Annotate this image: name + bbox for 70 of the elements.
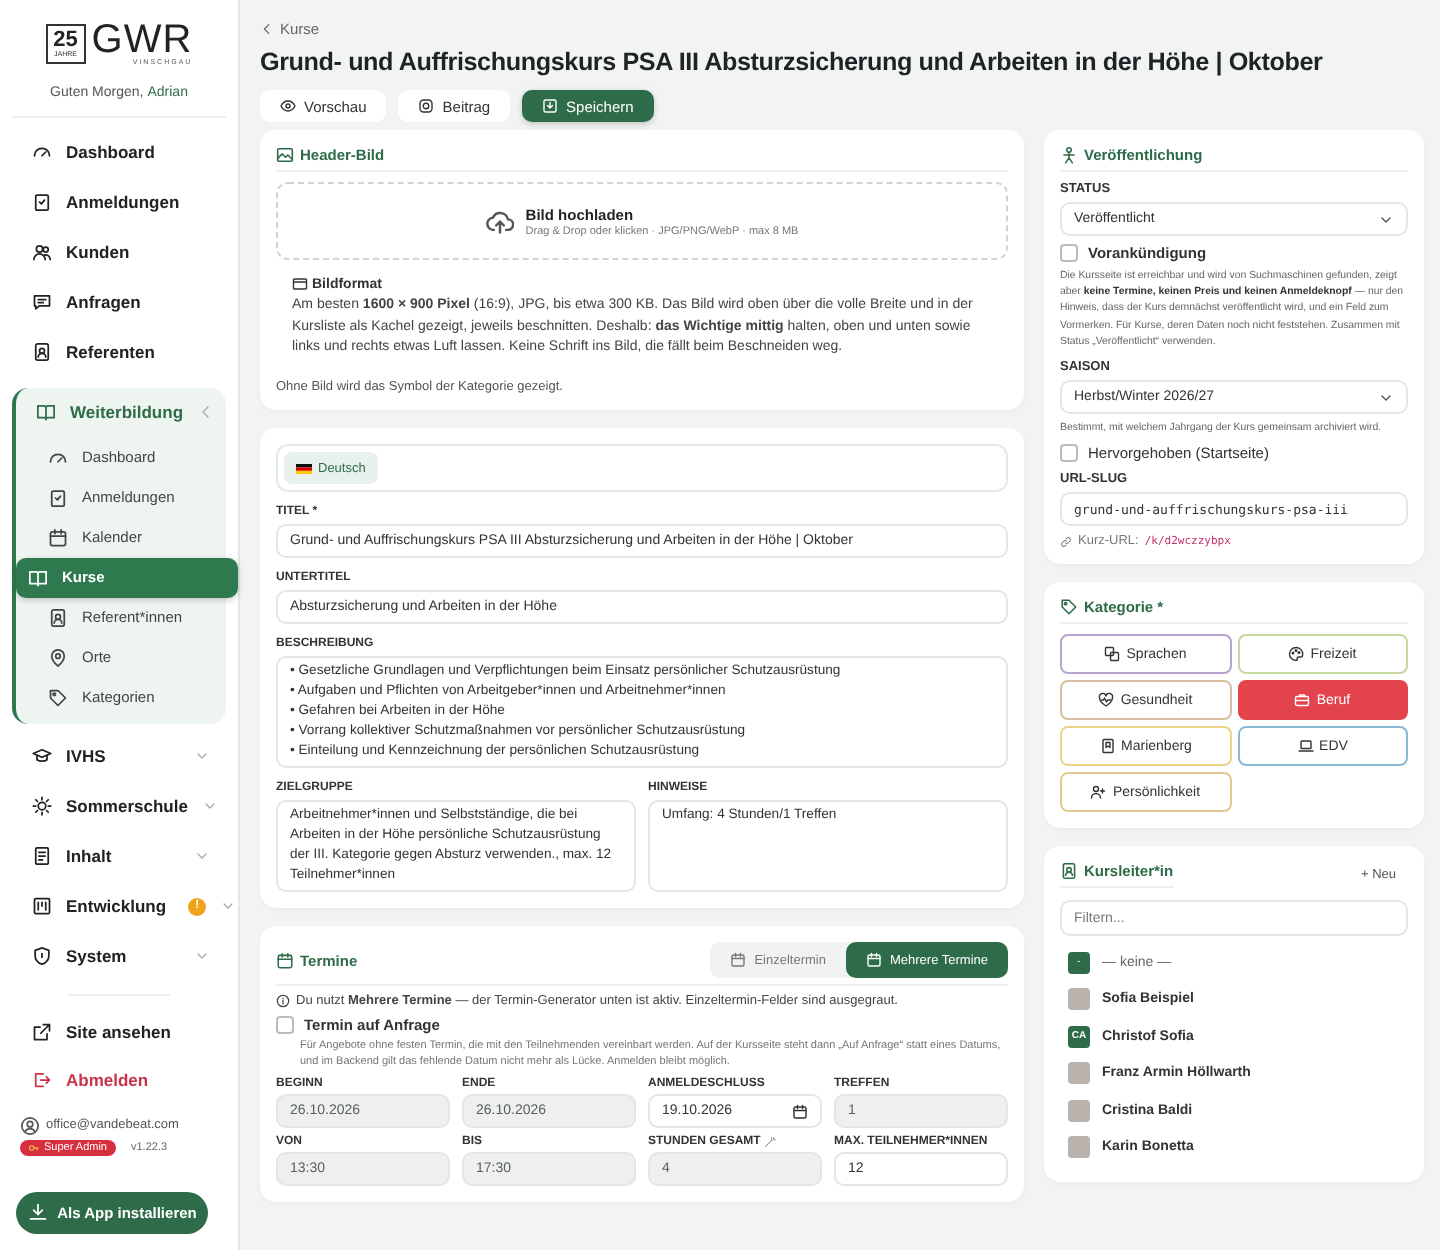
shield-icon bbox=[32, 946, 52, 966]
book-icon bbox=[28, 567, 48, 587]
checkbox[interactable] bbox=[1060, 244, 1078, 262]
key-icon bbox=[28, 1141, 40, 1153]
sidebar-group[interactable]: IVHS bbox=[12, 731, 226, 781]
photo-placeholder bbox=[1068, 1062, 1090, 1085]
graduation-cap-icon bbox=[32, 746, 52, 766]
briefcase-icon bbox=[1294, 692, 1311, 709]
squares-icon bbox=[1104, 646, 1121, 663]
logo-number: 25 bbox=[53, 29, 78, 51]
image-icon bbox=[276, 146, 294, 164]
logout-icon bbox=[32, 1069, 52, 1089]
photo-placeholder bbox=[1068, 988, 1090, 1011]
cloud-upload-icon bbox=[485, 207, 514, 235]
external-link-icon bbox=[32, 1021, 52, 1041]
photo-placeholder bbox=[1068, 1099, 1090, 1122]
panel-icon bbox=[32, 896, 52, 916]
person-add-icon bbox=[1090, 784, 1107, 801]
calendar-icon bbox=[48, 527, 68, 547]
sidebar-item[interactable]: Anmeldungen bbox=[12, 177, 226, 227]
photo-placeholder bbox=[1068, 1136, 1090, 1159]
calendar-icon bbox=[730, 952, 747, 969]
logo-wordmark: GWR bbox=[91, 20, 193, 60]
camera-icon bbox=[418, 98, 435, 114]
tag-icon bbox=[48, 687, 68, 707]
heart-icon bbox=[1098, 692, 1115, 709]
document-icon bbox=[32, 846, 52, 866]
sidebar-item[interactable]: Dashboard bbox=[12, 127, 226, 177]
id-badge-icon bbox=[1060, 862, 1078, 881]
person-icon bbox=[1060, 146, 1078, 164]
gauge-icon bbox=[48, 447, 68, 467]
logout-link[interactable]: Abmelden bbox=[12, 1055, 226, 1103]
chevron-left-icon bbox=[260, 22, 274, 36]
download-icon bbox=[27, 1202, 48, 1222]
checkbox[interactable] bbox=[1060, 444, 1078, 463]
gauge-icon bbox=[32, 142, 52, 162]
laptop-icon bbox=[1297, 738, 1314, 755]
sidebar-group[interactable]: Weiterbildung bbox=[16, 387, 226, 437]
bookmark-icon bbox=[1099, 738, 1116, 755]
wand-icon bbox=[764, 1136, 777, 1149]
id-badge-icon bbox=[48, 607, 68, 627]
sidebar-group[interactable]: Sommerschule bbox=[12, 781, 226, 831]
users-icon bbox=[32, 242, 52, 262]
save-icon bbox=[542, 98, 559, 114]
checkbox[interactable] bbox=[276, 1016, 294, 1035]
book-icon bbox=[36, 402, 56, 422]
clipboard-icon bbox=[48, 487, 68, 507]
frame-icon bbox=[292, 276, 308, 292]
palette-icon bbox=[1288, 646, 1305, 663]
eye-icon bbox=[280, 98, 296, 114]
calendar-icon bbox=[865, 952, 882, 969]
tag-icon bbox=[1060, 598, 1078, 617]
flag-icon bbox=[296, 463, 312, 474]
calendar-icon bbox=[276, 951, 294, 970]
calendar-icon bbox=[792, 1103, 808, 1120]
sidebar-item[interactable]: Anfragen bbox=[12, 277, 226, 327]
clipboard-icon bbox=[32, 192, 52, 212]
page-title: Grund- und Auffrischungskurs PSA III Absturzsicherung und Arbeiten in der Höhe | Oktober bbox=[260, 46, 1325, 78]
location-pin-icon bbox=[48, 647, 68, 667]
id-badge-icon bbox=[32, 342, 52, 362]
user-icon bbox=[20, 1115, 40, 1135]
sun-icon bbox=[32, 796, 52, 816]
site-link[interactable]: Site ansehen bbox=[12, 1007, 226, 1055]
sidebar-item[interactable]: Kunden bbox=[12, 227, 226, 277]
sidebar-group[interactable]: System bbox=[12, 931, 226, 981]
info-icon bbox=[276, 994, 290, 1009]
link-icon bbox=[1060, 535, 1072, 548]
sidebar-item[interactable]: Referenten bbox=[12, 327, 226, 377]
chat-icon bbox=[32, 292, 52, 312]
sidebar-group[interactable]: Inhalt bbox=[12, 831, 226, 881]
